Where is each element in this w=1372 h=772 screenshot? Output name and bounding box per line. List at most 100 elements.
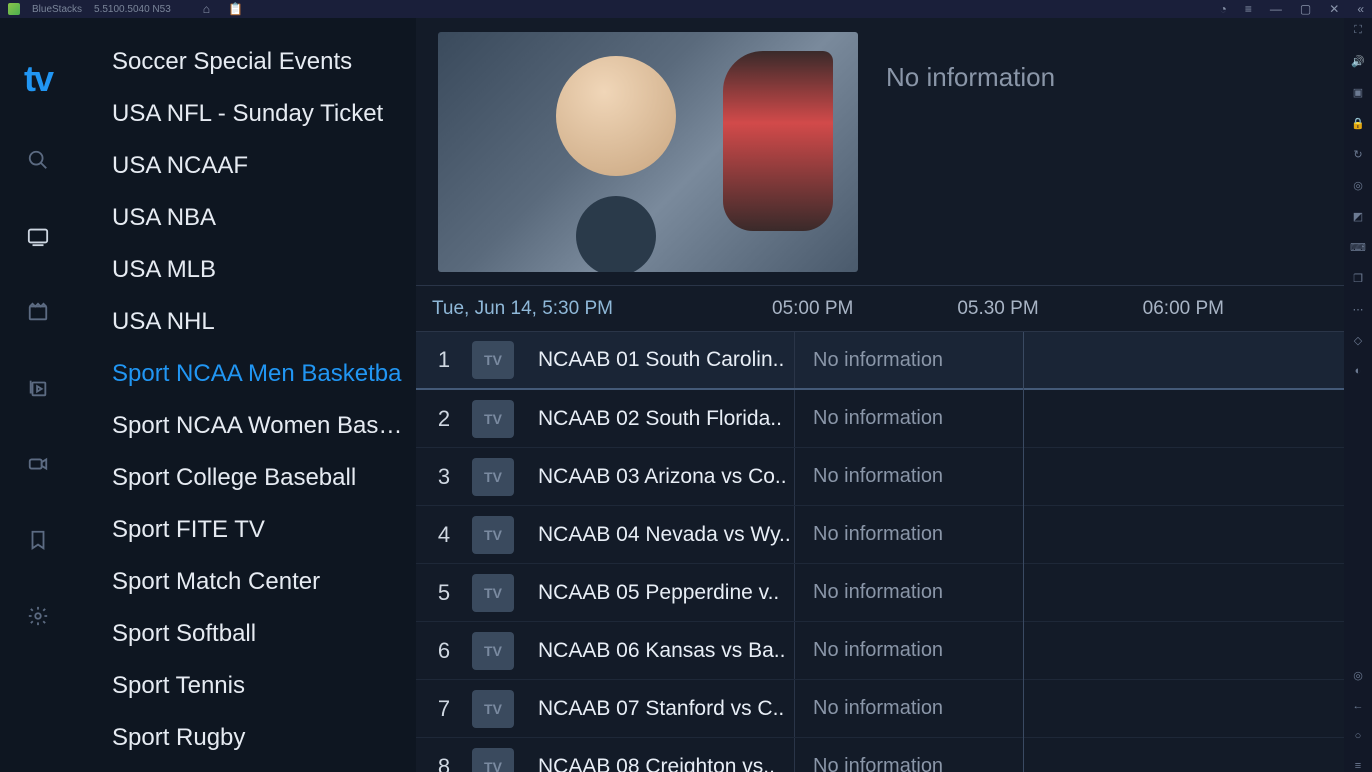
channel-name: NCAAB 08 Creighton vs.. [538, 755, 794, 772]
channel-name: NCAAB 03 Arizona vs Co.. [538, 465, 794, 489]
library-icon[interactable] [22, 372, 54, 404]
time-slot: 05:00 PM [772, 298, 957, 320]
channel-name: NCAAB 05 Pepperdine v.. [538, 581, 794, 605]
channel-row[interactable]: 4TV NCAAB 04 Nevada vs Wy..No information [416, 506, 1344, 564]
main-content: No information Tue, Jun 14, 5:30 PM 05:0… [416, 18, 1344, 772]
category-item[interactable]: Sport Match Center [112, 556, 416, 608]
time-indicator-line [1023, 332, 1024, 772]
category-item[interactable]: Sport NCAA Men Basketba [112, 348, 416, 400]
bell-icon[interactable]: ◐ [1355, 365, 1362, 377]
volume-icon[interactable]: 🔊 [1351, 55, 1365, 68]
category-item[interactable]: Sport Softball [112, 608, 416, 660]
category-item[interactable]: Sport Rugby [112, 712, 416, 764]
screenshot-icon[interactable]: ◩ [1353, 210, 1363, 223]
gamepad-icon[interactable]: ◇ [1354, 334, 1362, 347]
channel-tv-icon: TV [472, 574, 514, 612]
menu-lines-icon[interactable]: ≡ [1245, 2, 1252, 16]
home-icon[interactable]: ⌂ [203, 2, 210, 16]
channel-row[interactable]: 7TVNCAAB 07 Stanford vs C..No informatio… [416, 680, 1344, 738]
location-icon[interactable]: ◎ [1353, 179, 1363, 192]
movies-icon[interactable] [22, 296, 54, 328]
icon-sidebar: tv [0, 18, 76, 772]
settings-icon[interactable] [22, 600, 54, 632]
channel-number: 3 [416, 464, 472, 490]
preview-video[interactable] [438, 32, 858, 272]
channel-row[interactable]: 5TV NCAAB 05 Pepperdine v..No information [416, 564, 1344, 622]
keyboard-icon[interactable]: ⌨ [1350, 241, 1366, 254]
channel-tv-icon: TV [472, 400, 514, 438]
maximize-icon[interactable]: ▢ [1300, 2, 1311, 16]
category-list: Soccer Special EventsUSA NFL - Sunday Ti… [76, 18, 416, 772]
category-item[interactable]: USA NCAAF [112, 140, 416, 192]
rotate-icon[interactable]: ↻ [1353, 148, 1362, 161]
play-box-icon[interactable]: ▣ [1353, 86, 1363, 99]
tv-guide-icon[interactable] [22, 220, 54, 252]
preview-info: No information [858, 32, 1055, 285]
recent-icon[interactable]: ≡ [1355, 760, 1361, 772]
channel-name: NCAAB 02 South Florida.. [538, 407, 794, 431]
category-item[interactable]: Sport NCAA Women Basketb.. [112, 400, 416, 452]
home-nav-icon[interactable]: ○ [1355, 730, 1362, 742]
channel-name: NCAAB 07 Stanford vs C.. [538, 697, 794, 721]
titlebar: BlueStacks 5.5100.5040 N53 ⌂ 📋 ◔ ≡ — ▢ ✕… [0, 0, 1372, 18]
program-info: No information [794, 738, 1344, 772]
program-info: No information [794, 506, 1344, 563]
category-item[interactable]: USA NFL - Sunday Ticket [112, 88, 416, 140]
channel-tv-icon: TV [472, 516, 514, 554]
category-item[interactable]: USA NHL [112, 296, 416, 348]
channel-name: NCAAB 06 Kansas vs Ba.. [538, 639, 794, 663]
channel-number: 2 [416, 406, 472, 432]
channel-number: 7 [416, 696, 472, 722]
category-item[interactable]: Sport Cricket [112, 764, 416, 772]
channel-number: 5 [416, 580, 472, 606]
channel-number: 1 [416, 347, 472, 373]
category-item[interactable]: Sport FITE TV [112, 504, 416, 556]
clock-icon[interactable]: ◔ [1220, 2, 1227, 16]
program-info: No information [794, 332, 1344, 388]
target-icon[interactable]: ◎ [1353, 669, 1363, 682]
category-item[interactable]: Sport Tennis [112, 660, 416, 712]
category-item[interactable]: Soccer Special Events [112, 36, 416, 88]
fullscreen-icon[interactable]: ⛶ [1354, 24, 1362, 37]
lock-icon[interactable]: 🔒 [1351, 117, 1365, 130]
layers-icon[interactable]: ❐ [1353, 272, 1363, 285]
back-icon[interactable]: ← [1353, 700, 1364, 712]
category-item[interactable]: USA NBA [112, 192, 416, 244]
time-slot: 06:00 PM [1143, 298, 1328, 320]
program-info: No information [794, 564, 1344, 621]
current-time: Tue, Jun 14, 5:30 PM [432, 298, 772, 320]
channel-tv-icon: TV [472, 748, 514, 772]
bookmark-icon[interactable] [22, 524, 54, 556]
tv-logo: tv [24, 58, 52, 100]
channel-row[interactable]: 2TV NCAAB 02 South Florida..No informatio… [416, 390, 1344, 448]
time-header: Tue, Jun 14, 5:30 PM 05:00 PM 05.30 PM 0… [416, 286, 1344, 332]
program-info: No information [794, 448, 1344, 505]
minimize-icon[interactable]: — [1270, 2, 1282, 16]
channel-number: 6 [416, 638, 472, 664]
channel-row[interactable]: 3TV NCAAB 03 Arizona vs Co..No informatio… [416, 448, 1344, 506]
close-icon[interactable]: ✕ [1329, 2, 1339, 16]
app-version: 5.5100.5040 N53 [94, 4, 171, 15]
clipboard-icon[interactable]: 📋 [228, 2, 243, 16]
app-body: tv Soccer Special EventsUSA NFL - Sunday… [0, 18, 1372, 772]
channel-row[interactable]: 6TVNCAAB 06 Kansas vs Ba..No information [416, 622, 1344, 680]
channel-name: NCAAB 04 Nevada vs Wy.. [538, 523, 794, 547]
channel-number: 4 [416, 522, 472, 548]
program-info: No information [794, 680, 1344, 737]
more-icon[interactable]: ⋯ [1353, 303, 1364, 316]
category-item[interactable]: USA MLB [112, 244, 416, 296]
program-info: No information [794, 390, 1344, 447]
category-item[interactable]: Sport College Baseball [112, 452, 416, 504]
search-icon[interactable] [22, 144, 54, 176]
record-icon[interactable] [22, 448, 54, 480]
channel-tv-icon: TV [472, 458, 514, 496]
channel-row[interactable]: 1TVNCAAB 01 South Carolin..No informatio… [416, 332, 1344, 390]
collapse-icon[interactable]: « [1357, 2, 1364, 16]
bluestacks-logo-icon [8, 3, 20, 15]
channel-name: NCAAB 01 South Carolin.. [538, 348, 794, 372]
preview-row: No information [416, 18, 1344, 286]
channel-tv-icon: TV [472, 632, 514, 670]
channel-number: 8 [416, 754, 472, 772]
channel-row[interactable]: 8TV NCAAB 08 Creighton vs..No information [416, 738, 1344, 772]
right-toolstrip: ⛶ 🔊 ▣ 🔒 ↻ ◎ ◩ ⌨ ❐ ⋯ ◇ ◐ ◎ ← ○ ≡ [1344, 18, 1372, 772]
